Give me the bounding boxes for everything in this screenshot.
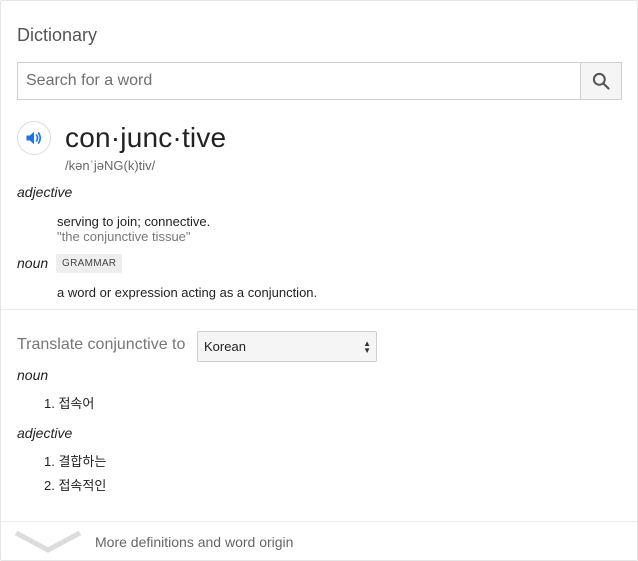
phonetic-spelling: /kənˈjəNG(k)tiv/ [65,158,156,173]
translation-pos-noun: noun [17,367,49,383]
usage-label-badge: GRAMMAR [56,254,123,273]
search-input[interactable] [18,63,580,99]
dictionary-card: Dictionary con·junc·tive /kənˈjəNG(k)tiv… [0,0,638,561]
more-definitions-button[interactable]: More definitions and word origin [1,522,637,560]
translation-item: 2. 접속적인 [44,478,107,493]
dictionary-title: Dictionary [17,25,98,45]
more-definitions-label: More definitions and word origin [95,534,294,550]
language-select[interactable]: Korean ▲ ▼ [197,331,377,362]
speaker-icon [26,131,42,145]
part-of-speech-adjective: adjective [17,184,73,200]
chevron-down-icon [15,530,81,553]
translation-pos-adjective: adjective [17,425,73,441]
definition-text: a word or expression acting as a conjunc… [57,285,318,300]
part-of-speech-noun: noun [17,255,49,271]
example-text: "the conjunctive tissue" [57,229,191,244]
search-icon [592,72,610,90]
translation-item: 1. 접속어 [44,396,95,411]
definition-text: serving to join; connective. [57,214,211,229]
section-divider [1,309,637,310]
translate-label: Translate conjunctive to [17,336,186,353]
select-arrows-icon: ▲ ▼ [363,339,371,355]
search-box [17,62,622,100]
headword: con·junc·tive [65,122,227,153]
translation-item: 1. 결합하는 [44,454,107,469]
language-select-value: Korean [204,339,246,354]
pronunciation-audio-button[interactable] [17,121,51,155]
search-button[interactable] [580,63,621,99]
